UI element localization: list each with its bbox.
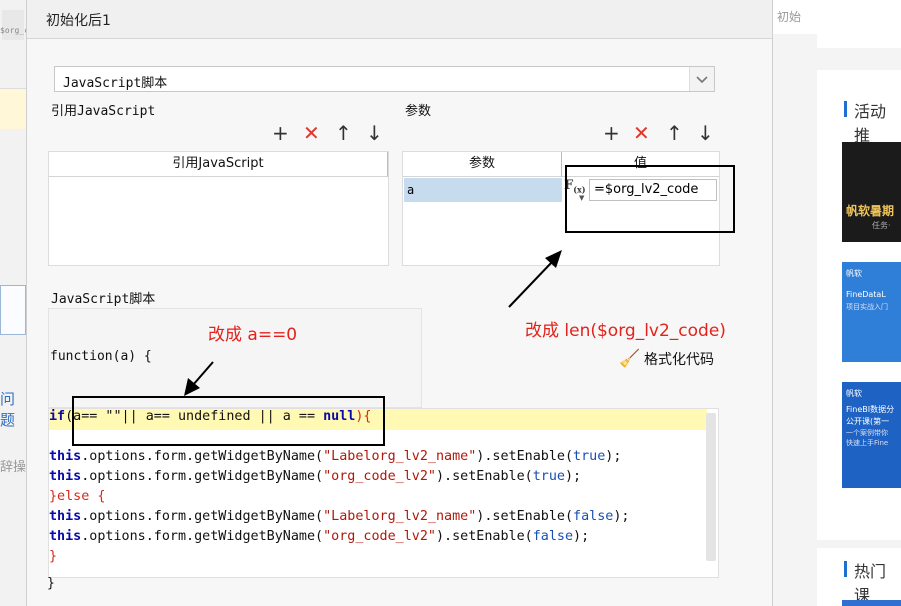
annotation-arrows [184,250,562,396]
arrow-to-condition [184,361,214,396]
arrow-to-param-value [508,250,562,308]
